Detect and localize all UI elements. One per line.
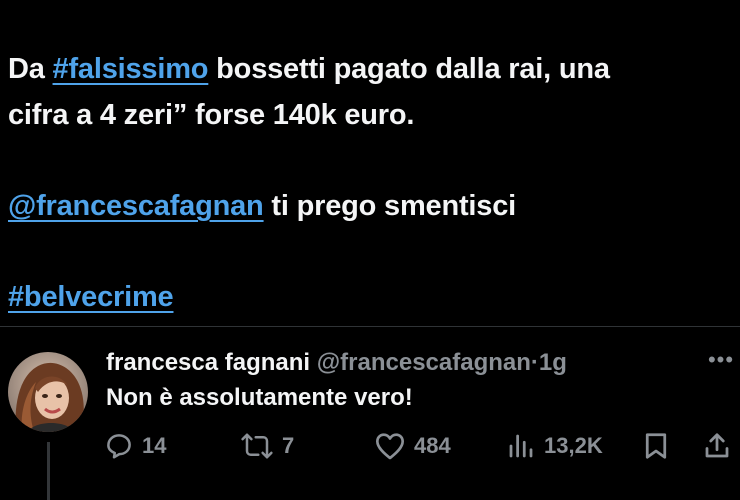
comment-icon [107, 434, 131, 459]
reply-header: francesca fagnani @francescafagnan·1g [106, 347, 706, 379]
views-count: 13,2K [544, 433, 603, 458]
hashtag-link-falsissimo[interactable]: #falsissimo [53, 53, 209, 85]
bookmark-icon [645, 433, 667, 459]
tweet-text-fragment: ti prego smentisci [263, 190, 517, 222]
reply-text: Non è assolutamente vero! [106, 384, 413, 411]
reply-author-name[interactable]: francesca fagnani [106, 349, 310, 376]
divider [0, 326, 740, 327]
share-icon [705, 433, 729, 458]
views-button[interactable]: 13,2K [506, 426, 603, 466]
bookmark-button[interactable] [642, 426, 670, 466]
avatar[interactable] [8, 352, 88, 432]
reply-count: 14 [142, 433, 167, 458]
more-options-button[interactable]: ••• [706, 347, 736, 380]
reply-separator: · [530, 349, 539, 376]
tweet-line-4: #belvecrime [8, 274, 733, 320]
heart-icon [376, 433, 404, 460]
repost-button[interactable]: 7 [240, 426, 294, 466]
hashtag-link-belvecrime[interactable]: #belvecrime [8, 281, 174, 313]
avatar-image [8, 352, 88, 432]
share-button[interactable] [702, 426, 732, 466]
tweet-text: Da #falsissimo bossetti pagato dalla rai… [8, 46, 733, 320]
tweet-line-2: cifra a 4 zeri” forse 140k euro. [8, 99, 415, 131]
more-icon: ••• [707, 347, 735, 372]
reply-action-bar: 14 7 484 13,2K [104, 426, 740, 466]
repost-icon [241, 433, 273, 459]
reply-timestamp[interactable]: 1g [539, 349, 567, 376]
tweet-text-fragment: Da [8, 53, 53, 85]
like-count: 484 [414, 433, 451, 458]
repost-count: 7 [282, 433, 295, 458]
reply-author-handle[interactable]: @francescafagnan [317, 349, 531, 376]
like-button[interactable]: 484 [374, 426, 451, 466]
tweet-line-3: @francescafagnan ti prego smentisci [8, 183, 733, 229]
reply-button[interactable]: 14 [104, 426, 166, 466]
tweet-text-fragment: bossetti pagato dalla rai, una [208, 53, 610, 85]
views-icon [509, 434, 533, 458]
thread-line [47, 442, 50, 500]
tweet-line-1: Da #falsissimo bossetti pagato dalla rai… [8, 46, 733, 92]
mention-link[interactable]: @francescafagnan [8, 190, 264, 222]
